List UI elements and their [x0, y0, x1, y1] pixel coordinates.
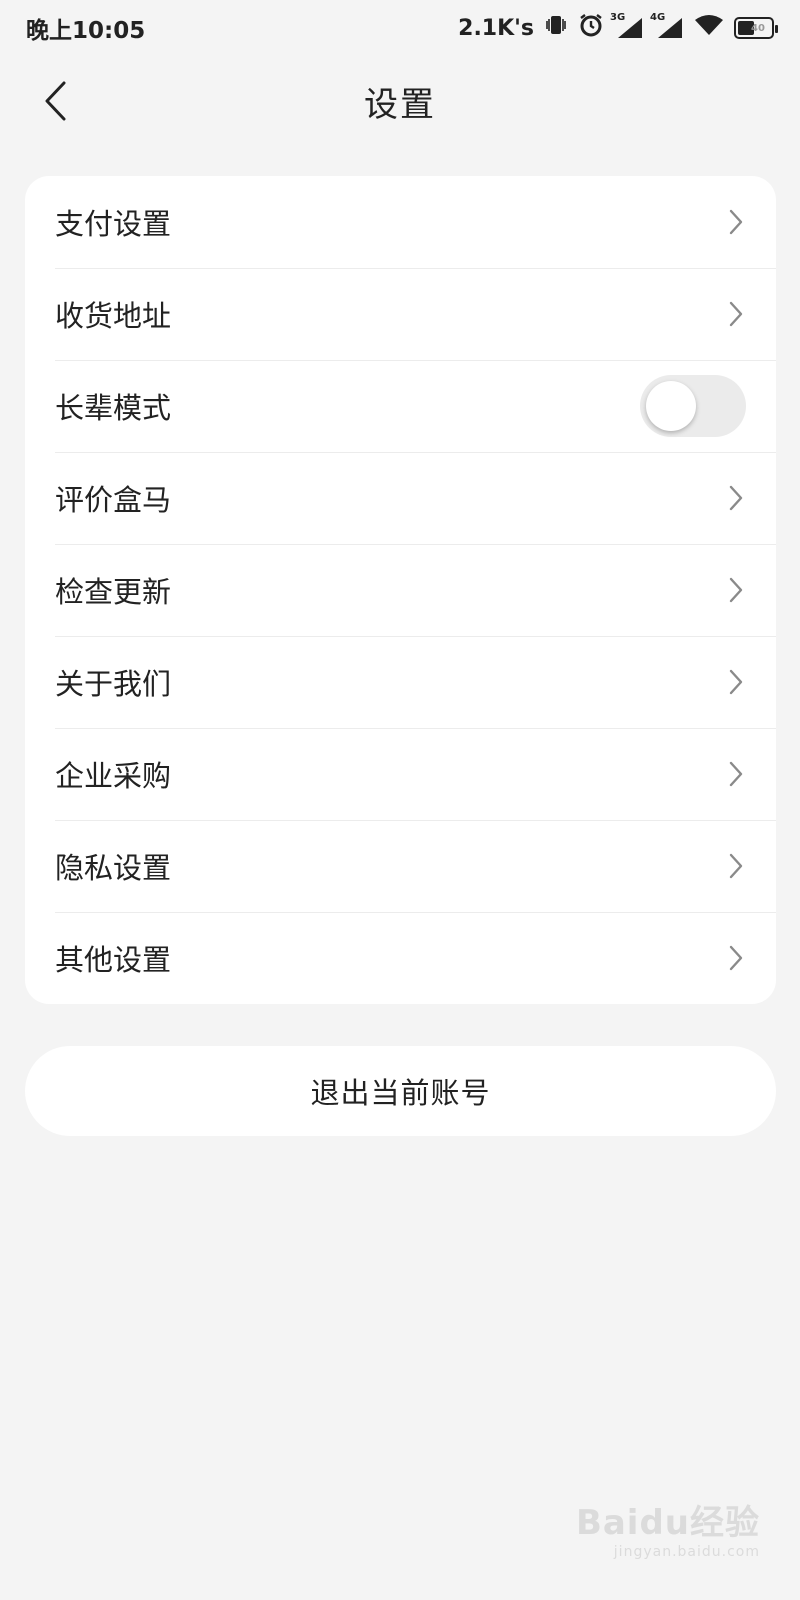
settings-page: 晚上10:05 2.1K's 3G 4G 40 设置 支付设置 收货地址 长辈模…	[0, 0, 800, 1600]
settings-item-check-update[interactable]: 检查更新	[25, 544, 776, 636]
settings-item-address[interactable]: 收货地址	[25, 268, 776, 360]
settings-item-payment[interactable]: 支付设置	[25, 176, 776, 268]
chevron-right-icon	[726, 207, 746, 237]
chevron-right-icon	[726, 575, 746, 605]
settings-item-label: 评价盒马	[55, 483, 172, 517]
settings-item-rate[interactable]: 评价盒马	[25, 452, 776, 544]
wifi-icon	[694, 13, 724, 43]
status-time: 晚上10:05	[26, 18, 146, 44]
chevron-right-icon	[726, 299, 746, 329]
nav-header: 设置	[0, 60, 800, 142]
chevron-right-icon	[726, 943, 746, 973]
back-button[interactable]	[30, 76, 80, 126]
settings-item-label: 收货地址	[55, 299, 172, 333]
settings-item-about[interactable]: 关于我们	[25, 636, 776, 728]
logout-label: 退出当前账号	[310, 1076, 491, 1110]
settings-list: 支付设置 收货地址 长辈模式 评价盒马 检查更新 关于我们 企业采购 隐私设置 …	[25, 176, 776, 1004]
chevron-left-icon	[45, 81, 66, 121]
settings-item-privacy[interactable]: 隐私设置	[25, 820, 776, 912]
baidu-watermark: Baidu经验 jingyan.baidu.com	[576, 1495, 760, 1560]
watermark-url: jingyan.baidu.com	[613, 1544, 760, 1560]
settings-item-label: 企业采购	[55, 759, 172, 793]
status-icons: 2.1K's 3G 4G 40	[458, 12, 778, 44]
chevron-right-icon	[726, 483, 746, 513]
settings-item-label: 长辈模式	[55, 391, 172, 425]
vibrate-icon	[544, 13, 568, 43]
signal-4g-icon: 4G	[650, 12, 684, 40]
settings-item-other[interactable]: 其他设置	[25, 912, 776, 1004]
status-bar: 晚上10:05 2.1K's 3G 4G 40	[0, 0, 800, 56]
chevron-right-icon	[726, 851, 746, 881]
chevron-right-icon	[726, 667, 746, 697]
watermark-brand: Baidu经验	[575, 1503, 760, 1543]
signal-3g-icon: 3G	[610, 12, 644, 40]
toggle-knob	[646, 381, 696, 431]
settings-item-label: 隐私设置	[55, 851, 172, 885]
logout-button[interactable]: 退出当前账号	[25, 1046, 776, 1136]
alarm-icon	[578, 12, 604, 44]
page-title: 设置	[364, 84, 436, 125]
settings-item-enterprise[interactable]: 企业采购	[25, 728, 776, 820]
settings-item-label: 检查更新	[55, 575, 172, 609]
elder-mode-toggle[interactable]	[640, 375, 746, 437]
settings-item-label: 其他设置	[55, 943, 172, 977]
settings-item-label: 支付设置	[55, 207, 172, 241]
battery-icon: 40	[734, 17, 778, 39]
chevron-right-icon	[726, 759, 746, 789]
settings-item-label: 关于我们	[55, 667, 172, 701]
network-speed: 2.1K's	[458, 15, 534, 41]
settings-item-elder-mode: 长辈模式	[25, 360, 776, 452]
